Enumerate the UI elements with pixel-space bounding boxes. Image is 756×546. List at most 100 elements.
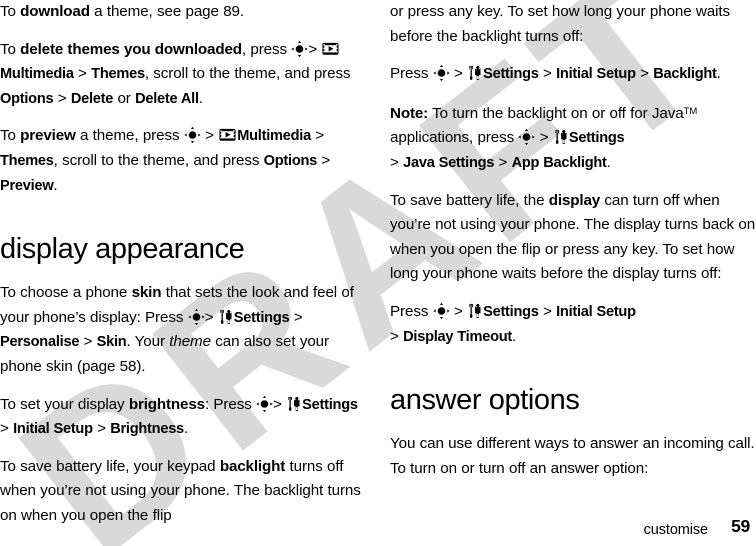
- menu-item-multimedia: Multimedia: [237, 128, 311, 145]
- text-run: , scroll to the theme, and press: [144, 65, 351, 83]
- section-heading-answer-options: answer options: [390, 384, 580, 417]
- emphasis-brightness: brightness: [128, 395, 205, 413]
- menu-separator: >: [308, 40, 318, 58]
- multimedia-film-icon: [219, 128, 236, 142]
- menu-separator: >: [78, 65, 87, 83]
- settings-tools-icon: [468, 65, 482, 81]
- text-run: Press: [390, 302, 433, 320]
- text-run: To set your display: [0, 395, 129, 413]
- multimedia-film-icon: [322, 42, 339, 56]
- text-run: You can use different ways to answer an …: [390, 435, 755, 477]
- menu-separator: >: [498, 153, 508, 171]
- menu-separator: >: [321, 151, 331, 169]
- menu-item-delete: Delete: [70, 90, 114, 107]
- menu-separator: >: [543, 65, 552, 83]
- paragraph-answer-options-intro: You can use different ways to answer an …: [390, 432, 756, 481]
- emphasis-download: download: [20, 3, 90, 20]
- text-run: To save battery life, your keypad: [0, 457, 220, 475]
- text-run: .: [183, 420, 189, 438]
- text-run: To choose a phone: [0, 284, 132, 302]
- text-run: : Press: [204, 395, 252, 413]
- page-footer: customise 59: [0, 514, 756, 538]
- emphasis-delete-themes: delete themes you downloaded: [20, 40, 242, 58]
- emphasis-backlight: backlight: [219, 457, 286, 475]
- menu-item-themes: Themes: [0, 152, 54, 169]
- text-run: To turn the backlight on or off for Java: [428, 104, 684, 122]
- menu-item-display-timeout: Display Timeout: [403, 328, 513, 345]
- text-run: To: [0, 3, 21, 20]
- menu-item-options: Options: [263, 152, 318, 169]
- menu-item-themes: Themes: [91, 66, 145, 83]
- menu-separator: >: [204, 308, 214, 326]
- menu-item-preview: Preview: [0, 177, 54, 194]
- menu-item-initial-setup: Initial Setup: [556, 303, 636, 320]
- menu-separator: >: [315, 127, 325, 145]
- menu-item-app-backlight: App Backlight: [511, 154, 607, 171]
- heading-spacer: [0, 211, 366, 232]
- menu-item-initial-setup: Initial Setup: [13, 421, 93, 438]
- emphasis-display: display: [548, 191, 601, 209]
- menu-item-initial-setup: Initial Setup: [556, 66, 636, 83]
- menu-item-settings: Settings: [233, 309, 290, 326]
- menu-item-multimedia: Multimedia: [0, 66, 74, 83]
- text-run: .: [53, 176, 58, 194]
- menu-item-brightness: Brightness: [110, 421, 184, 438]
- menu-separator: >: [390, 327, 399, 345]
- menu-item-skin: Skin: [96, 334, 127, 351]
- navigation-key-icon: [291, 40, 308, 57]
- menu-item-settings: Settings: [302, 396, 358, 413]
- menu-separator: >: [390, 153, 399, 171]
- menu-item-settings: Settings: [483, 66, 539, 83]
- left-column: To download a theme, see page 89. To del…: [0, 0, 366, 542]
- paragraph-phone-skin: To choose a phone skin that sets the loo…: [0, 281, 366, 379]
- emphasis-preview: preview: [20, 127, 76, 145]
- menu-separator: >: [543, 302, 552, 320]
- settings-tools-icon: [554, 129, 568, 145]
- menu-item-settings: Settings: [568, 130, 625, 147]
- paragraph-backlight-continued: or press any key. To set how long your p…: [390, 0, 756, 49]
- menu-item-personalise: Personalise: [0, 334, 80, 351]
- text-run: . Your: [126, 333, 170, 351]
- paragraph-display-battery: To save battery life, the display can tu…: [390, 189, 756, 287]
- paragraph-press-display-timeout-path: Press > Settings > Initial Setup > Displ…: [390, 300, 756, 349]
- right-column: or press any key. To set how long your p…: [390, 0, 756, 494]
- menu-separator: >: [453, 302, 463, 320]
- paragraph-press-backlight-path: Press > Settings > Initial Setup > Backl…: [390, 62, 756, 87]
- menu-item-java-settings: Java Settings: [403, 154, 495, 171]
- text-run: To: [0, 127, 21, 145]
- menu-separator: >: [640, 65, 649, 83]
- settings-tools-icon: [287, 396, 301, 411]
- navigation-key-icon: [433, 64, 450, 82]
- emphasis-skin: skin: [131, 284, 162, 302]
- text-run: , scroll to the theme, and press: [53, 151, 264, 169]
- text-run: a theme, see page 89.: [89, 3, 245, 20]
- menu-separator: >: [97, 420, 106, 438]
- manual-page: To download a theme, see page 89. To del…: [0, 0, 756, 546]
- menu-separator: >: [57, 89, 67, 107]
- menu-item-backlight: Backlight: [653, 66, 717, 83]
- text-run: or press any key. To set how long your p…: [390, 3, 731, 45]
- paragraph-preview-theme: To preview a theme, press > Multimedia >…: [0, 124, 366, 198]
- navigation-key-icon: [188, 308, 205, 325]
- navigation-key-icon: [184, 126, 201, 144]
- menu-item-options: Options: [0, 90, 54, 107]
- heading-spacer: [390, 362, 756, 383]
- footer-page-number: 59: [731, 516, 750, 536]
- menu-separator: >: [83, 333, 93, 351]
- menu-item-delete-all: Delete All: [135, 90, 199, 107]
- heading-spacer: [390, 417, 756, 432]
- settings-tools-icon: [468, 303, 482, 318]
- navigation-key-icon: [433, 302, 450, 319]
- text-run: To: [0, 40, 21, 58]
- text-run: To save battery life, the: [390, 191, 549, 209]
- paragraph-download-theme: To download a theme, see page 89.: [0, 0, 366, 25]
- paragraph-delete-themes: To delete themes you downloaded, press >…: [0, 38, 366, 112]
- text-run: Press: [390, 65, 433, 83]
- text-run: or: [113, 89, 136, 107]
- text-run: , press: [241, 40, 287, 58]
- menu-separator: >: [293, 308, 303, 326]
- text-run: applications, press: [390, 129, 519, 147]
- emphasis-theme: theme: [169, 333, 211, 351]
- menu-separator: >: [273, 395, 282, 413]
- text-run: .: [716, 65, 721, 83]
